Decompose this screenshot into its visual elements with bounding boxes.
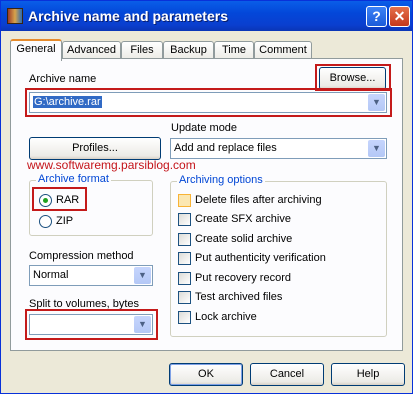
delete-files-checkbox[interactable] [178,194,191,207]
compression-value: Normal [33,269,69,281]
lock-archive-label[interactable]: Lock archive [195,311,257,323]
dialog-window: Archive name and parameters ? ✕ General … [0,0,413,394]
create-solid-label[interactable]: Create solid archive [195,233,292,245]
help-title-button[interactable]: ? [366,6,387,27]
compression-combo[interactable]: Normal ▼ [29,265,153,286]
title-bar[interactable]: Archive name and parameters ? ✕ [1,1,412,31]
test-files-checkbox[interactable] [178,291,191,304]
tab-advanced[interactable]: Advanced [62,41,121,59]
recovery-record-label[interactable]: Put recovery record [195,272,291,284]
chevron-down-icon[interactable]: ▼ [134,267,151,284]
archive-name-label: Archive name [29,73,97,85]
authenticity-checkbox[interactable] [178,252,191,265]
archive-format-title: Archive format [36,173,111,185]
window-title: Archive name and parameters [28,8,228,24]
help-button[interactable]: Help [331,363,405,386]
compression-label: Compression method [29,250,134,262]
tab-comment[interactable]: Comment [254,41,312,59]
cancel-button[interactable]: Cancel [250,363,324,386]
recovery-record-checkbox[interactable] [178,272,191,285]
tab-files[interactable]: Files [121,41,163,59]
tab-backup[interactable]: Backup [163,41,214,59]
archiving-options-title: Archiving options [177,174,265,186]
ok-button[interactable]: OK [169,363,243,386]
archive-name-highlight-box [25,88,392,117]
authenticity-label[interactable]: Put authenticity verification [195,252,326,264]
format-highlight-box [32,187,87,211]
delete-files-label[interactable]: Delete files after archiving [195,194,322,206]
winrar-app-icon [7,8,23,24]
create-sfx-checkbox[interactable] [178,213,191,226]
create-sfx-label[interactable]: Create SFX archive [195,213,291,225]
tab-time[interactable]: Time [214,41,254,59]
test-files-label[interactable]: Test archived files [195,291,282,303]
close-button[interactable]: ✕ [389,6,410,27]
lock-archive-checkbox[interactable] [178,311,191,324]
update-mode-combo[interactable]: Add and replace files ▼ [170,138,387,159]
browse-highlight-box [315,64,391,91]
watermark-url: www.softwaremg.parsiblog.com [27,158,196,172]
profiles-button[interactable]: Profiles... [29,137,161,160]
tab-general[interactable]: General [10,39,62,61]
split-highlight-box [25,309,158,340]
update-mode-value: Add and replace files [174,142,277,154]
zip-radio-label[interactable]: ZIP [56,215,73,227]
create-solid-checkbox[interactable] [178,233,191,246]
update-mode-label: Update mode [171,122,238,134]
zip-radio[interactable] [39,215,52,228]
chevron-down-icon[interactable]: ▼ [368,140,385,157]
